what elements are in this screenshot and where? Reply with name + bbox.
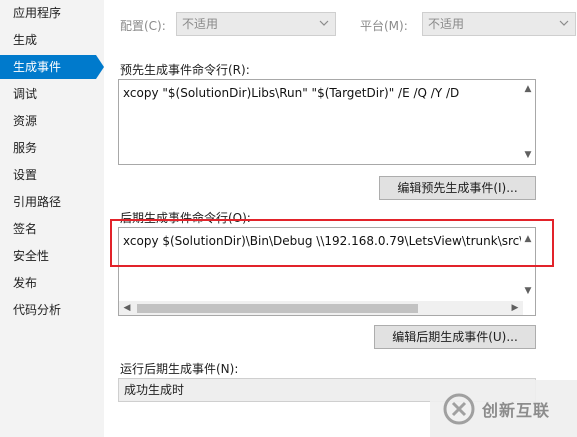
- edit-postbuild-button[interactable]: 编辑后期生成事件(U)...: [374, 325, 536, 349]
- sidebar-item-build[interactable]: 生成: [0, 28, 96, 52]
- postbuild-vscroll[interactable]: ▲ ▼: [521, 228, 535, 301]
- sidebar-item-debug[interactable]: 调试: [0, 82, 96, 106]
- sidebar-item-settings[interactable]: 设置: [0, 163, 96, 187]
- sidebar: 应用程序 生成 生成事件 调试 资源 服务 设置 引用路径 签名 安全性 发布 …: [0, 0, 104, 437]
- config-select[interactable]: 不适用: [176, 12, 336, 36]
- active-item-arrow: [96, 55, 104, 79]
- brand-logo-icon: [443, 393, 475, 425]
- postbuild-label: 后期生成事件命令行(O):: [120, 211, 251, 225]
- postbuild-command-text: xcopy $(SolutionDir)\Bin\Debug \\192.168…: [123, 234, 531, 248]
- scroll-up-icon[interactable]: ▲: [522, 233, 534, 245]
- sidebar-item-application[interactable]: 应用程序: [0, 1, 96, 25]
- watermark-text: 创新互联: [482, 401, 551, 420]
- edit-prebuild-button[interactable]: 编辑预先生成事件(I)...: [379, 176, 536, 200]
- config-label: 配置(C):: [120, 19, 166, 33]
- sidebar-item-reference-paths[interactable]: 引用路径: [0, 190, 96, 214]
- sidebar-item-publish[interactable]: 发布: [0, 271, 96, 295]
- platform-label: 平台(M):: [360, 19, 408, 33]
- platform-select-value: 不适用: [428, 17, 465, 31]
- build-events-panel: 配置(C): 不适用 平台(M): 不适用 预先生成事件命令行(R): xcop…: [104, 0, 577, 437]
- postbuild-command-input[interactable]: xcopy $(SolutionDir)\Bin\Debug \\192.168…: [118, 227, 536, 316]
- run-postbuild-value: 成功生成时: [124, 383, 185, 397]
- chevron-down-icon: [319, 20, 329, 26]
- scroll-down-icon[interactable]: ▼: [522, 149, 534, 161]
- scroll-left-icon[interactable]: ◀: [121, 302, 133, 314]
- sidebar-item-security[interactable]: 安全性: [0, 244, 96, 268]
- scroll-right-icon[interactable]: ▶: [509, 302, 521, 314]
- watermark: 创新互联: [430, 380, 577, 437]
- prebuild-command-input[interactable]: xcopy "$(SolutionDir)Libs\Run" "$(Target…: [118, 79, 536, 165]
- config-select-value: 不适用: [182, 17, 219, 31]
- sidebar-item-build-events[interactable]: 生成事件: [0, 55, 96, 79]
- postbuild-hscroll[interactable]: ◀ ▶: [119, 301, 523, 315]
- chevron-down-icon: [559, 20, 569, 26]
- sidebar-item-code-analysis[interactable]: 代码分析: [0, 298, 96, 322]
- prebuild-vscroll[interactable]: ▲ ▼: [521, 80, 535, 164]
- sidebar-item-services[interactable]: 服务: [0, 136, 96, 160]
- hscroll-thumb[interactable]: [137, 304, 418, 313]
- sidebar-item-resources[interactable]: 资源: [0, 109, 96, 133]
- platform-select[interactable]: 不适用: [422, 12, 576, 36]
- scroll-up-icon[interactable]: ▲: [522, 83, 534, 95]
- run-postbuild-label: 运行后期生成事件(N):: [120, 362, 239, 376]
- prebuild-label: 预先生成事件命令行(R):: [120, 63, 250, 77]
- prebuild-command-text: xcopy "$(SolutionDir)Libs\Run" "$(Target…: [123, 86, 460, 100]
- sidebar-item-signing[interactable]: 签名: [0, 217, 96, 241]
- scroll-down-icon[interactable]: ▼: [522, 285, 534, 297]
